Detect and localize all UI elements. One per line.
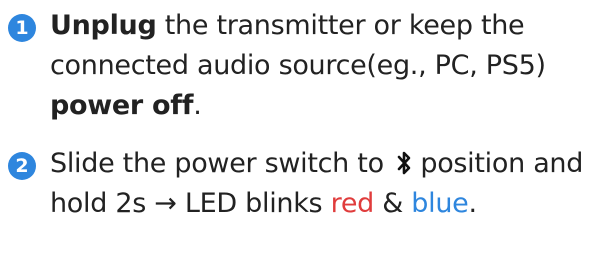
bluetooth-icon <box>396 150 412 176</box>
step-2-ampersand: & <box>373 188 412 219</box>
step-1-period: . <box>193 90 202 121</box>
step-2-period: . <box>468 188 477 219</box>
step-2-blue-word: blue <box>411 188 469 219</box>
step-1-unplug-text: Unplug <box>50 10 157 41</box>
step-1: 1 Unplug the transmitter or keep the con… <box>8 6 596 126</box>
step-2-number-badge: 2 <box>8 152 36 180</box>
step-1-number-badge: 1 <box>8 14 36 42</box>
instruction-steps: 1 Unplug the transmitter or keep the con… <box>8 6 596 224</box>
step-1-power-off-text: power off <box>50 90 194 121</box>
step-2-red-word: red <box>330 188 375 219</box>
step-2-text-part-1: Slide the power switch to <box>50 148 393 179</box>
step-2: 2 Slide the power switch to position and… <box>8 144 596 224</box>
